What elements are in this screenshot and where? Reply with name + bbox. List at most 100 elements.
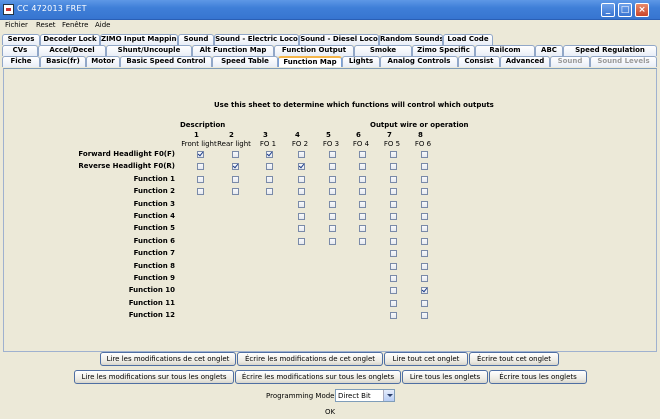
function-map-checkbox[interactable] xyxy=(421,275,428,282)
function-map-checkbox[interactable] xyxy=(232,188,239,196)
function-map-checkbox[interactable] xyxy=(298,163,305,171)
function-map-checkbox[interactable] xyxy=(298,175,305,183)
function-map-checkbox[interactable] xyxy=(390,237,397,245)
tab-sound-diesel-loco[interactable]: Sound - Diesel Loco xyxy=(299,34,379,45)
function-map-checkbox[interactable] xyxy=(232,163,239,171)
tab-advanced[interactable]: Advanced xyxy=(500,56,550,67)
function-map-checkbox[interactable] xyxy=(329,175,336,183)
menu-reset[interactable]: Reset xyxy=(36,21,56,29)
read-all-tabs-changes-button[interactable]: Lire les modifications sur tous les ongl… xyxy=(74,370,234,384)
tab-servos[interactable]: Servos xyxy=(2,34,40,45)
function-map-checkbox[interactable] xyxy=(329,151,336,158)
function-map-checkbox[interactable] xyxy=(329,200,336,208)
function-map-checkbox[interactable] xyxy=(359,200,366,208)
function-map-checkbox[interactable] xyxy=(421,312,428,320)
function-map-checkbox[interactable] xyxy=(390,163,397,171)
function-map-checkbox[interactable] xyxy=(421,163,428,171)
write-all-tabs-changes-button[interactable]: Écrire les modifications sur tous les on… xyxy=(235,370,401,384)
read-sheet-changes-button[interactable]: Lire les modifications de cet onglet xyxy=(100,352,236,366)
function-map-checkbox[interactable] xyxy=(421,299,428,307)
tab-sound-electric-loco[interactable]: Sound - Electric Loco xyxy=(214,34,299,45)
function-map-checkbox[interactable] xyxy=(197,151,204,158)
tab-lights[interactable]: Lights xyxy=(342,56,380,67)
tab-sound-levels[interactable]: Sound Levels xyxy=(590,56,657,67)
function-map-checkbox[interactable] xyxy=(421,250,428,258)
read-every-tab-button[interactable]: Lire tous les onglets xyxy=(402,370,488,384)
tab-analog-controls[interactable]: Analog Controls xyxy=(380,56,458,67)
tab-zimo-specific[interactable]: Zimo Specific xyxy=(412,45,475,56)
tab-function-output[interactable]: Function Output xyxy=(274,45,354,56)
tab-basic-fr[interactable]: Basic(fr) xyxy=(40,56,86,67)
function-map-checkbox[interactable] xyxy=(390,275,397,282)
tab-speed-table[interactable]: Speed Table xyxy=(212,56,278,67)
tab-consist[interactable]: Consist xyxy=(458,56,500,67)
function-map-checkbox[interactable] xyxy=(298,151,305,158)
tab-alt-function-map[interactable]: Alt Function Map xyxy=(192,45,274,56)
function-map-checkbox[interactable] xyxy=(266,151,273,158)
function-map-checkbox[interactable] xyxy=(390,312,397,320)
function-map-checkbox[interactable] xyxy=(390,213,397,220)
function-map-checkbox[interactable] xyxy=(359,188,366,196)
tab-cvs[interactable]: CVs xyxy=(2,45,38,56)
tab-function-map[interactable]: Function Map xyxy=(278,56,342,67)
programming-mode-select[interactable]: Direct Bit xyxy=(335,389,395,402)
function-map-checkbox[interactable] xyxy=(329,163,336,171)
function-map-checkbox[interactable] xyxy=(298,225,305,233)
write-sheet-changes-button[interactable]: Écrire les modifications de cet onglet xyxy=(237,352,383,366)
function-map-checkbox[interactable] xyxy=(329,213,336,220)
function-map-checkbox[interactable] xyxy=(266,175,273,183)
function-map-checkbox[interactable] xyxy=(329,225,336,233)
function-map-checkbox[interactable] xyxy=(197,163,204,171)
tab-railcom[interactable]: Railcom xyxy=(475,45,535,56)
menu-fenetre[interactable]: Fenêtre xyxy=(62,21,88,29)
function-map-checkbox[interactable] xyxy=(329,188,336,196)
function-map-checkbox[interactable] xyxy=(390,299,397,307)
function-map-checkbox[interactable] xyxy=(359,225,366,233)
tab-zimo-input-mapping[interactable]: ZIMO Input Mapping xyxy=(100,34,178,45)
function-map-checkbox[interactable] xyxy=(421,188,428,196)
tab-motor[interactable]: Motor xyxy=(86,56,120,67)
function-map-checkbox[interactable] xyxy=(266,188,273,196)
function-map-checkbox[interactable] xyxy=(266,163,273,171)
function-map-checkbox[interactable] xyxy=(421,213,428,220)
function-map-checkbox[interactable] xyxy=(197,175,204,183)
menu-fichier[interactable]: Fichier xyxy=(5,21,28,29)
function-map-checkbox[interactable] xyxy=(359,213,366,220)
function-map-checkbox[interactable] xyxy=(298,213,305,220)
function-map-checkbox[interactable] xyxy=(390,262,397,270)
function-map-checkbox[interactable] xyxy=(298,188,305,196)
write-full-sheet-button[interactable]: Écrire tout cet onglet xyxy=(469,352,559,366)
tab-sound[interactable]: Sound xyxy=(178,34,214,45)
maximize-icon[interactable]: □ xyxy=(618,3,632,17)
function-map-checkbox[interactable] xyxy=(298,237,305,245)
tab-load-code[interactable]: Load Code xyxy=(443,34,493,45)
function-map-checkbox[interactable] xyxy=(197,188,204,196)
tab-smoke[interactable]: Smoke xyxy=(354,45,412,56)
tab-accel-decel[interactable]: Accel/Decel xyxy=(38,45,106,56)
function-map-checkbox[interactable] xyxy=(329,237,336,245)
tab-shunt-uncouple[interactable]: Shunt/Uncouple xyxy=(106,45,192,56)
function-map-checkbox[interactable] xyxy=(421,237,428,245)
function-map-checkbox[interactable] xyxy=(232,175,239,183)
function-map-checkbox[interactable] xyxy=(390,287,397,295)
function-map-checkbox[interactable] xyxy=(390,200,397,208)
tab-decoder-lock[interactable]: Decoder Lock xyxy=(40,34,100,45)
function-map-checkbox[interactable] xyxy=(359,151,366,158)
function-map-checkbox[interactable] xyxy=(359,237,366,245)
function-map-checkbox[interactable] xyxy=(390,188,397,196)
tab-sound-disabled[interactable]: Sound xyxy=(550,56,590,67)
tab-basic-speed-control[interactable]: Basic Speed Control xyxy=(120,56,212,67)
function-map-checkbox[interactable] xyxy=(359,175,366,183)
function-map-checkbox[interactable] xyxy=(421,262,428,270)
read-full-sheet-button[interactable]: Lire tout cet onglet xyxy=(384,352,468,366)
function-map-checkbox[interactable] xyxy=(421,200,428,208)
write-every-tab-button[interactable]: Écrire tous les onglets xyxy=(489,370,587,384)
function-map-checkbox[interactable] xyxy=(390,175,397,183)
function-map-checkbox[interactable] xyxy=(232,151,239,158)
close-icon[interactable]: × xyxy=(635,3,649,17)
tab-fiche[interactable]: Fiche xyxy=(2,56,40,67)
function-map-checkbox[interactable] xyxy=(390,250,397,258)
function-map-checkbox[interactable] xyxy=(359,163,366,171)
chevron-down-icon[interactable] xyxy=(383,390,394,401)
minimize-icon[interactable]: _ xyxy=(601,3,615,17)
